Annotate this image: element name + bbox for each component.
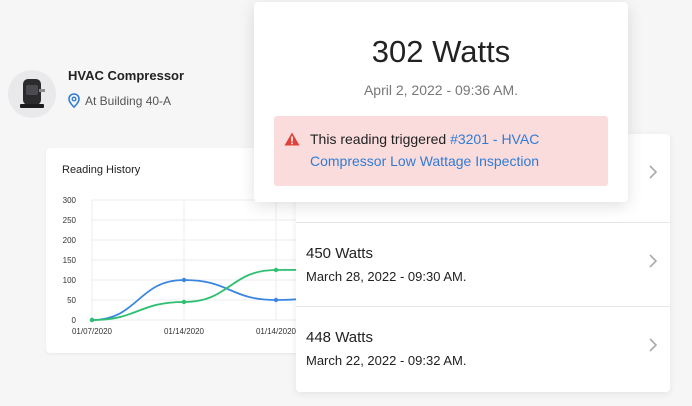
- x-tick-label: 01/14/2020: [256, 327, 297, 336]
- asset-header: HVAC Compressor At Building 40-A: [8, 68, 185, 118]
- asset-avatar: [8, 70, 56, 118]
- reading-row[interactable]: 450 Watts March 28, 2022 - 09:30 AM.: [296, 222, 670, 306]
- warning-icon: [284, 132, 300, 146]
- map-pin-icon: [68, 93, 80, 108]
- data-point: [89, 317, 95, 323]
- y-tick-label: 200: [63, 236, 77, 245]
- current-date: April 2, 2022 - 09:36 AM.: [363, 82, 519, 98]
- reading-date: March 22, 2022 - 09:32 AM.: [306, 353, 467, 368]
- current-watts: 302 Watts: [371, 34, 511, 69]
- reading-watts: 450 Watts: [306, 245, 373, 262]
- data-point: [181, 277, 187, 283]
- series-line: [91, 268, 316, 321]
- alert-message: This reading triggered #3201 - HVAC Comp…: [310, 128, 600, 172]
- x-tick-label: 01/14/2020: [164, 327, 205, 336]
- alert-banner: This reading triggered #3201 - HVAC Comp…: [274, 116, 608, 186]
- current-reading-card: 302 Watts April 2, 2022 - 09:36 AM. This…: [254, 2, 628, 202]
- chevron-right-icon: [649, 338, 658, 352]
- reading-watts: 448 Watts: [306, 329, 373, 346]
- data-point: [273, 297, 279, 303]
- y-tick-label: 250: [63, 216, 77, 225]
- y-tick-label: 300: [63, 196, 77, 205]
- y-tick-label: 50: [67, 296, 76, 305]
- x-tick-label: 01/07/2020: [72, 327, 113, 336]
- reading-row[interactable]: 448 Watts March 22, 2022 - 09:32 AM.: [296, 306, 670, 390]
- asset-location-label: At Building 40-A: [85, 93, 172, 108]
- y-tick-label: 150: [63, 256, 77, 265]
- reading-date: March 28, 2022 - 09:30 AM.: [306, 269, 467, 284]
- y-tick-label: 100: [63, 276, 77, 285]
- alert-prefix: This reading triggered: [310, 131, 451, 147]
- chevron-right-icon: [649, 254, 658, 268]
- chevron-right-icon: [649, 165, 658, 179]
- asset-name: HVAC Compressor: [68, 68, 185, 83]
- compressor-icon: [20, 79, 45, 108]
- asset-location[interactable]: At Building 40-A: [68, 93, 184, 108]
- data-point: [273, 267, 279, 273]
- data-point: [181, 299, 187, 305]
- y-tick-label: 0: [72, 316, 77, 325]
